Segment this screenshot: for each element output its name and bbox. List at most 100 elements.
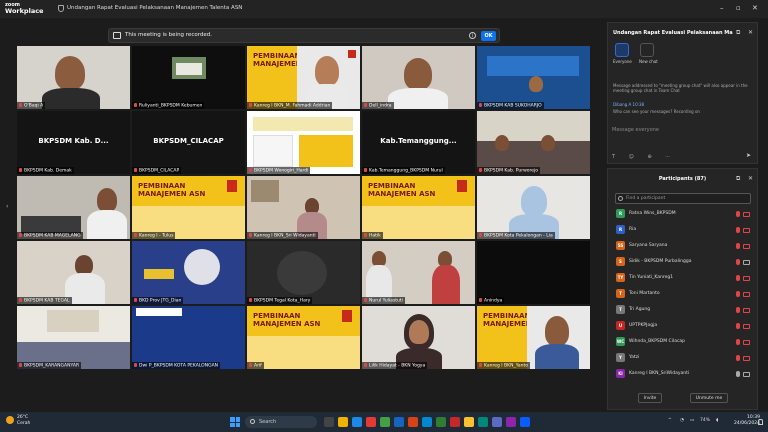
mic-muted-icon[interactable] <box>736 307 740 313</box>
video-tile[interactable]: Dwi P_BKPSDM KOTA PEKALONGAN <box>132 306 245 369</box>
participant-row[interactable]: S Sidik - BKPSDM Purbalingga <box>616 257 752 268</box>
participant-row[interactable]: Y Yatzi <box>616 353 752 364</box>
participants-popout-icon[interactable]: ⧉ <box>736 175 740 183</box>
mic-muted-icon[interactable] <box>736 371 740 377</box>
participant-search-input[interactable]: Find a participant <box>615 193 751 204</box>
chat-input[interactable]: Message everyone <box>612 127 659 133</box>
participant-row[interactable]: R Ria <box>616 225 752 236</box>
video-tile[interactable]: O'Baqi A <box>17 46 130 109</box>
gallery-prev-arrow-icon[interactable]: ‹ <box>6 203 8 210</box>
video-tile[interactable]: Lilik Hidayat - BKN Yogya <box>362 306 475 369</box>
mic-muted-icon[interactable] <box>736 243 740 249</box>
clock[interactable]: 10:39 24/06/2024 <box>734 415 760 427</box>
taskbar-search[interactable]: Search <box>245 416 317 428</box>
video-tile[interactable]: BKPSDM Kab. D... BKPSDM Kab. Demak <box>17 111 130 174</box>
battery-icon[interactable]: ▭ <box>690 418 694 423</box>
participant-row[interactable]: KI Kanreg I BKN_SriWidayanti <box>616 369 752 380</box>
close-icon[interactable]: ✕ <box>752 4 758 12</box>
invite-button[interactable]: Invite <box>638 393 662 403</box>
participant-row[interactable]: T Toni Martanto <box>616 289 752 300</box>
video-tile[interactable]: Dell_indra <box>362 46 475 109</box>
wifi-icon[interactable]: ◔ <box>680 418 684 423</box>
speaker-icon[interactable]: ◖ <box>716 418 718 423</box>
minimize-icon[interactable]: – <box>720 4 724 12</box>
video-tile[interactable]: Nurul Yuliastuti <box>362 241 475 304</box>
outlook-icon[interactable] <box>422 417 432 427</box>
video-tile[interactable]: BKD Prov JTG_Dian <box>132 241 245 304</box>
mic-muted-icon[interactable] <box>736 227 740 233</box>
video-tile[interactable]: PEMBINAAN MANAJEMEN ASN Kanreg I - Tulus <box>132 176 245 239</box>
video-tile[interactable]: BKPSDM Kota Pekalongan - Lia <box>477 176 590 239</box>
camera-icon[interactable] <box>743 324 750 329</box>
video-tile[interactable]: Ruliyanti_BKPSDM Kebumen <box>132 46 245 109</box>
app-icon[interactable] <box>478 417 488 427</box>
mic-muted-icon[interactable] <box>736 323 740 329</box>
chat-toolbar[interactable]: T ☺ ⊕ ⋯ <box>612 154 676 160</box>
app-icon[interactable] <box>366 417 376 427</box>
excel-icon[interactable] <box>380 417 390 427</box>
mic-muted-icon[interactable] <box>736 275 740 281</box>
camera-icon[interactable] <box>743 212 750 217</box>
video-tile[interactable]: BKPSDM KAB SUKOHARJO <box>477 46 590 109</box>
video-tile[interactable]: BKPSDM KAB TEGAL <box>17 241 130 304</box>
video-tile[interactable]: BKPSDM KAB MAGELANG <box>17 176 130 239</box>
mic-muted-icon[interactable] <box>736 291 740 297</box>
participants-close-icon[interactable]: ✕ <box>748 175 753 182</box>
recording-ok-button[interactable]: OK <box>481 31 496 41</box>
shield-icon[interactable] <box>58 5 64 12</box>
unmute-me-button[interactable]: Unmute me <box>690 393 728 403</box>
mic-muted-icon[interactable] <box>736 259 740 265</box>
chrome-icon[interactable] <box>464 417 474 427</box>
participant-row[interactable]: TY Tin Yuniati_Kanreg1 <box>616 273 752 284</box>
edge-icon[interactable] <box>352 417 362 427</box>
camera-icon[interactable] <box>743 244 750 249</box>
mic-muted-icon[interactable] <box>736 211 740 217</box>
video-tile[interactable]: Anindya <box>477 241 590 304</box>
video-tile[interactable]: BKPSDM Tegal Kota_Hary <box>247 241 360 304</box>
video-tile[interactable]: Kanreg I BKN_Sri Widayanti <box>247 176 360 239</box>
video-tile[interactable]: BKPSDM Wonogiri_Hardi <box>247 111 360 174</box>
weather-widget[interactable]: 26°C Cerah <box>6 415 30 427</box>
notification-bell-icon[interactable] <box>758 419 763 425</box>
popout-icon[interactable]: ⧉ <box>736 29 740 37</box>
mic-muted-icon[interactable] <box>736 355 740 361</box>
send-icon[interactable]: ➤ <box>746 152 751 159</box>
app-icon[interactable] <box>506 417 516 427</box>
participant-row[interactable]: T Tri Agung <box>616 305 752 316</box>
app-icon[interactable] <box>450 417 460 427</box>
video-tile[interactable]: PEMBINAAN MANAJEMEN ASN Hatik <box>362 176 475 239</box>
task-view-icon[interactable] <box>324 417 334 427</box>
chat-close-icon[interactable]: ✕ <box>748 29 753 36</box>
powerpoint-icon[interactable] <box>408 417 418 427</box>
tray-chevron-icon[interactable]: ^ <box>668 418 672 423</box>
tab-new-chat[interactable] <box>640 43 654 57</box>
word-icon[interactable] <box>394 417 404 427</box>
video-tile[interactable]: PEMBINAAN MANAJEMEN ASN Kanreg I BKN_M. … <box>247 46 360 109</box>
video-tile[interactable]: BKPSDM Kab. Purworejo <box>477 111 590 174</box>
video-tile[interactable]: BKPSDM_KARANGANYAR <box>17 306 130 369</box>
camera-icon[interactable] <box>743 260 750 265</box>
camera-icon[interactable] <box>743 292 750 297</box>
participant-row[interactable]: WC Wihnda_BKPSDM Cilacap <box>616 337 752 348</box>
camera-icon[interactable] <box>743 372 750 377</box>
video-tile[interactable]: BKPSDM_CILACAP BKPSDM_CILACAP <box>132 111 245 174</box>
app-icon[interactable] <box>492 417 502 427</box>
maximize-icon[interactable]: ▫ <box>736 4 741 12</box>
video-tile[interactable]: PEMBINAAN MANAJEMEN ASN Arif <box>247 306 360 369</box>
camera-icon[interactable] <box>743 356 750 361</box>
app-icon[interactable] <box>436 417 446 427</box>
video-tile[interactable]: PEMBINAAN MANAJEMEN ASN Kanreg I BKN_Yan… <box>477 306 590 369</box>
zoom-app-icon[interactable] <box>520 417 530 427</box>
camera-icon[interactable] <box>743 340 750 345</box>
camera-icon[interactable] <box>743 308 750 313</box>
mic-muted-icon[interactable] <box>736 339 740 345</box>
video-tile[interactable]: Kab.Temanggung... Kab.Temanggung_BKPSDM … <box>362 111 475 174</box>
participant-row[interactable]: R Ratna Wins_BKPSDM <box>616 209 752 220</box>
info-icon[interactable]: i <box>469 32 476 39</box>
file-explorer-icon[interactable] <box>338 417 348 427</box>
participant-row[interactable]: U UPTPKPJogja <box>616 321 752 332</box>
camera-icon[interactable] <box>743 276 750 281</box>
participant-row[interactable]: SS Saryana Saryana <box>616 241 752 252</box>
start-icon[interactable] <box>230 417 240 427</box>
tab-everyone[interactable] <box>615 43 629 57</box>
